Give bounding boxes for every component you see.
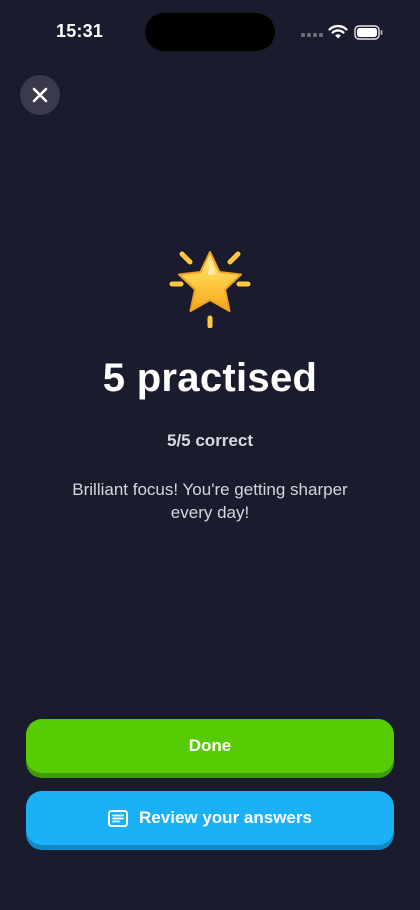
document-icon [108,809,129,827]
lesson-complete-screen: 15:31 5 practised 5/5 correct Brilliant … [0,0,420,910]
encouragement-message: Brilliant focus! You're getting sharper … [72,480,348,522]
dynamic-island [145,13,275,51]
status-bar: 15:31 [0,0,420,64]
status-time: 15:31 [56,21,104,41]
done-button[interactable]: Done [26,719,394,773]
result-title: 5 practised [102,356,318,400]
review-answers-button[interactable]: Review your answers [26,791,394,845]
cellular-signal-icon [301,33,323,37]
wifi-icon [328,24,348,39]
close-button[interactable] [20,75,60,115]
battery-icon [354,25,383,40]
score-text: 5/5 correct [167,431,253,450]
glowing-star-icon [169,251,251,328]
review-button-label: Review your answers [139,808,312,827]
done-button-label: Done [188,736,232,755]
close-icon [32,87,48,103]
